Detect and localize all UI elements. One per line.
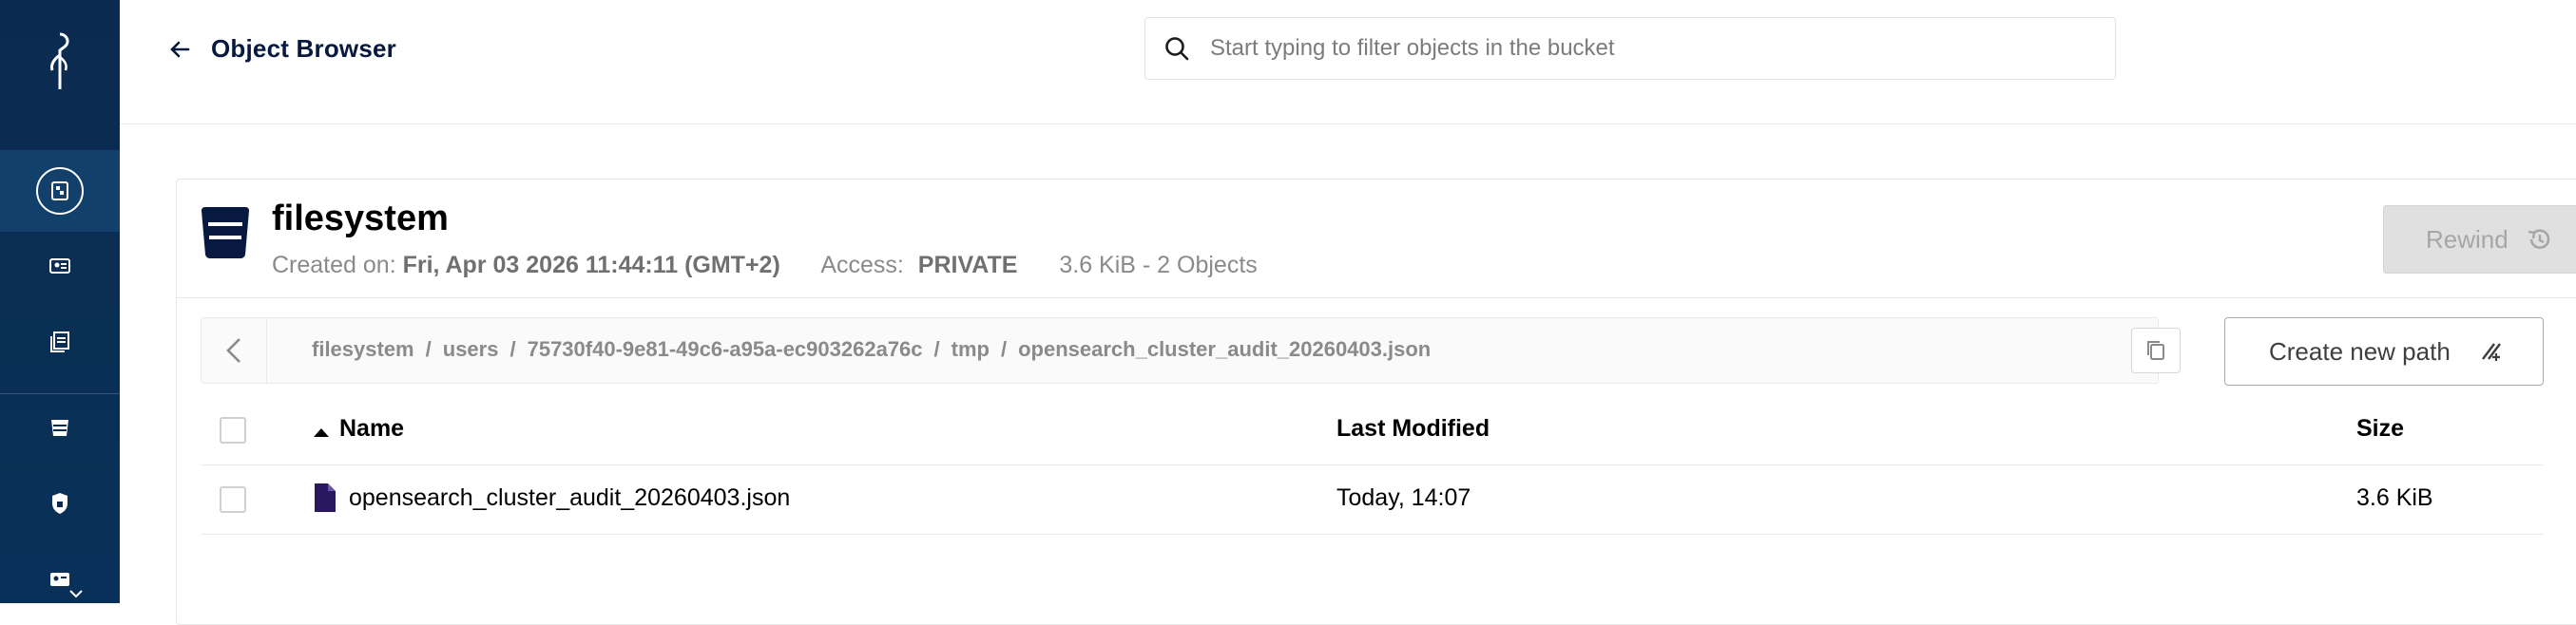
new-path-icon — [2481, 343, 2501, 361]
create-new-path-button[interactable]: Create new path — [2224, 317, 2544, 386]
breadcrumb: filesystem / users / 75730f40-9e81-49c6-a95a… — [201, 317, 2159, 384]
object-browser-icon[interactable] — [36, 167, 84, 215]
breadcrumb-item[interactable]: 75730f40-9e81-49c6-a95a-ec903262a76c — [528, 337, 923, 361]
rewind-button[interactable]: Rewind — [2383, 205, 2576, 274]
table-row[interactable]: opensearch_cluster_audit_20260403.json T… — [201, 465, 2544, 535]
object-size: 3.6 KiB — [2356, 484, 2433, 511]
rewind-label: Rewind — [2426, 224, 2509, 254]
access-label: Access: — [820, 252, 904, 278]
objects-table: Name Last Modified Size opensearch_clust… — [201, 396, 2544, 535]
breadcrumb-path: filesystem / users / 75730f40-9e81-49c6-a95a… — [312, 337, 1431, 362]
search-icon — [1165, 37, 1189, 61]
history-icon — [2528, 229, 2549, 249]
top-bar: Object Browser — [120, 0, 2576, 124]
row-checkbox[interactable] — [220, 486, 246, 513]
sidebar-divider — [0, 393, 120, 394]
created-value: Fri, Apr 03 2026 11:44:11 (GMT+2) — [402, 252, 780, 278]
object-name[interactable]: opensearch_cluster_audit_20260403.json — [349, 484, 790, 512]
back-label: Object Browser — [211, 34, 396, 63]
copy-path-button[interactable] — [2131, 328, 2181, 373]
column-header-last-modified[interactable]: Last Modified — [1336, 415, 1490, 443]
access-value: PRIVATE — [917, 252, 1018, 278]
file-icon — [315, 483, 336, 512]
select-all-checkbox[interactable] — [220, 417, 246, 444]
size-summary: 3.6 KiB - 2 Objects — [1059, 252, 1258, 278]
breadcrumb-item[interactable]: users — [443, 337, 499, 361]
breadcrumb-back-button[interactable] — [202, 318, 267, 383]
back-to-object-browser[interactable]: Object Browser — [167, 34, 396, 64]
policies-icon[interactable] — [39, 483, 81, 524]
column-header-name[interactable]: Name — [339, 415, 404, 443]
breadcrumb-item[interactable]: filesystem — [312, 337, 414, 361]
chevron-down-icon[interactable] — [68, 589, 84, 598]
search-box[interactable] — [1144, 17, 2116, 80]
bucket-icon — [202, 207, 249, 258]
breadcrumb-separator: / — [509, 337, 516, 361]
arrow-left-icon — [170, 41, 190, 57]
breadcrumb-separator: / — [1000, 337, 1008, 361]
breadcrumb-separator: / — [425, 337, 432, 361]
bucket-panel: filesystem Created on: Fri, Apr 03 2026 … — [176, 179, 2576, 625]
chevron-left-icon — [226, 338, 240, 363]
breadcrumb-separator: / — [933, 337, 940, 361]
table-header-row: Name Last Modified Size — [201, 396, 2544, 465]
sidebar — [0, 0, 120, 603]
sort-ascending-icon[interactable] — [313, 426, 330, 438]
created-label: Created on: — [272, 252, 396, 278]
access-keys-icon[interactable] — [39, 245, 81, 287]
column-header-size[interactable]: Size — [2356, 415, 2404, 443]
breadcrumb-item-current: opensearch_cluster_audit_20260403.json — [1018, 337, 1432, 361]
breadcrumb-item[interactable]: tmp — [952, 337, 990, 361]
create-path-label: Create new path — [2269, 336, 2451, 366]
documentation-icon[interactable] — [39, 321, 81, 363]
minio-logo-icon[interactable] — [31, 28, 88, 95]
copy-icon — [2147, 341, 2164, 360]
buckets-icon[interactable] — [39, 407, 81, 448]
search-input[interactable] — [1208, 34, 2115, 63]
object-last-modified: Today, 14:07 — [1336, 484, 1471, 511]
bucket-meta: Created on: Fri, Apr 03 2026 11:44:11 (G… — [272, 252, 1258, 279]
bucket-name: filesystem — [272, 199, 449, 238]
bucket-header: filesystem Created on: Fri, Apr 03 2026 … — [177, 180, 2576, 298]
